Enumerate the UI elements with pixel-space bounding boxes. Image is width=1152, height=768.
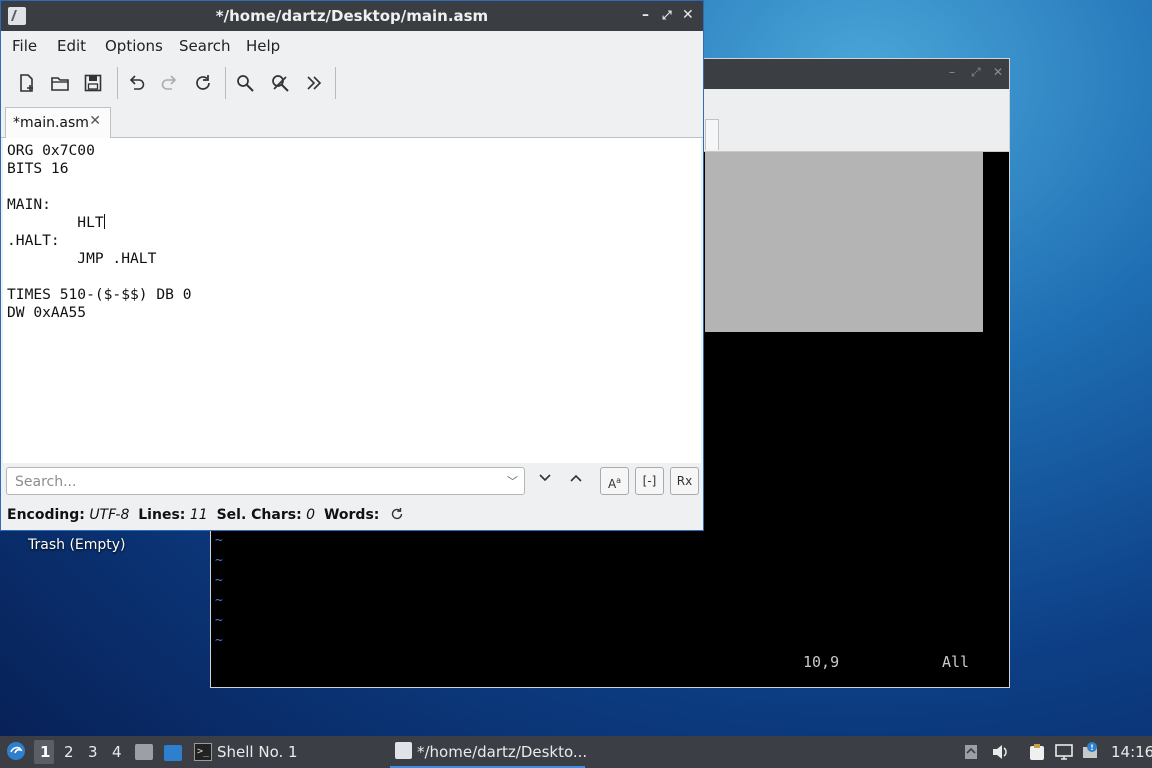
code-line[interactable]: ORG 0x7C00 xyxy=(7,142,95,159)
task-label: Shell No. 1 xyxy=(217,743,298,761)
close-tab-icon[interactable]: ✕ xyxy=(89,113,101,129)
match-case-label: A xyxy=(607,477,617,491)
maximize-icon[interactable]: ⤢ xyxy=(662,5,672,25)
workspace-1[interactable]: 1 xyxy=(40,743,50,761)
chevron-down-icon[interactable]: ﹀ xyxy=(507,473,518,489)
menu-edit[interactable]: Edit xyxy=(57,37,86,55)
vim-empty-line: ~ xyxy=(215,553,223,568)
terminal-tab[interactable] xyxy=(705,119,719,150)
tab-bar: *main.asm ✕ xyxy=(1,105,703,138)
maximize-icon[interactable]: ⤢ xyxy=(971,65,981,80)
menu-search[interactable]: Search xyxy=(179,37,231,55)
refresh-icon[interactable] xyxy=(390,507,404,525)
terminal-selection-area xyxy=(705,152,983,332)
menu-help[interactable]: Help xyxy=(246,37,280,55)
vim-view-indicator: All xyxy=(942,653,970,671)
find-previous-icon[interactable] xyxy=(564,469,588,493)
redo-icon[interactable] xyxy=(156,69,184,97)
code-line[interactable]: BITS 16 xyxy=(7,160,69,177)
text-editor-icon xyxy=(395,742,412,759)
file-manager-icon[interactable] xyxy=(135,744,153,760)
network-icon[interactable] xyxy=(1055,744,1073,764)
more-tools-icon[interactable] xyxy=(300,69,328,97)
words-label: Words: xyxy=(323,507,380,523)
menu-options[interactable]: Options xyxy=(105,37,163,55)
task-editor[interactable]: */home/dartz/Deskto... xyxy=(390,736,588,768)
volume-icon[interactable] xyxy=(991,744,1009,764)
regex-button[interactable]: Rx xyxy=(670,467,699,495)
workspace-3[interactable]: 3 xyxy=(88,743,98,761)
undo-icon[interactable] xyxy=(122,69,150,97)
workspace-4[interactable]: 4 xyxy=(112,743,122,761)
close-icon[interactable]: ✕ xyxy=(682,5,694,25)
whole-word-button[interactable]: [-] xyxy=(635,467,664,495)
text-cursor xyxy=(103,214,105,229)
code-line[interactable]: MAIN: xyxy=(7,196,51,213)
close-icon[interactable]: ✕ xyxy=(993,65,1003,79)
encoding-label: Encoding: xyxy=(7,507,85,523)
code-line[interactable]: TIMES 510-($-$$) DB 0 xyxy=(7,286,192,303)
start-menu-icon[interactable] xyxy=(6,741,26,765)
vim-empty-line: ~ xyxy=(215,533,223,548)
save-icon[interactable] xyxy=(79,69,107,97)
toolbar-separator xyxy=(117,67,118,99)
notification-icon[interactable] xyxy=(1080,741,1100,765)
vim-empty-line: ~ xyxy=(215,573,223,588)
editor-window[interactable]: */home/dartz/Desktop/main.asm – ⤢ ✕ File… xyxy=(0,0,704,531)
search-box[interactable]: ﹀ xyxy=(6,467,525,495)
tab-label: *main.asm xyxy=(13,115,89,131)
reload-icon[interactable] xyxy=(189,69,217,97)
workspace-2[interactable]: 2 xyxy=(64,743,74,761)
toolbar xyxy=(1,63,703,103)
vim-empty-line: ~ xyxy=(215,633,223,648)
vim-cursor-position: 10,9 xyxy=(803,653,840,671)
sel-chars-label: Sel. Chars: xyxy=(216,507,302,523)
clock[interactable]: 14:16 xyxy=(1111,743,1152,761)
sel-chars-value: 0 xyxy=(306,507,316,523)
toolbar-separator xyxy=(335,67,336,99)
show-desktop-icon[interactable] xyxy=(164,745,182,761)
menu-file[interactable]: File xyxy=(12,37,37,55)
status-bar: Encoding: UTF-8 Lines: 11 Sel. Chars: 0 … xyxy=(7,507,404,525)
minimize-icon[interactable]: – xyxy=(949,65,955,79)
taskbar: 1 2 3 4 >_ Shell No. 1 */home/dartz/Desk… xyxy=(0,736,1152,768)
lines-label: Lines: xyxy=(138,507,186,523)
code-line[interactable]: HLT xyxy=(7,214,103,231)
window-title: */home/dartz/Desktop/main.asm xyxy=(215,7,489,25)
open-folder-icon[interactable] xyxy=(46,69,74,97)
toolbar-separator xyxy=(225,67,226,99)
find-replace-icon[interactable] xyxy=(266,69,294,97)
find-icon[interactable] xyxy=(231,69,259,97)
vim-empty-line: ~ xyxy=(215,593,223,608)
trash-desktop-label[interactable]: Trash (Empty) xyxy=(28,537,126,553)
terminal-icon: >_ xyxy=(194,743,212,761)
match-case-button[interactable]: Aa xyxy=(600,467,629,495)
search-input[interactable] xyxy=(13,472,497,492)
code-editor[interactable]: ORG 0x7C00 BITS 16 MAIN: HLT .HALT: JMP … xyxy=(3,138,701,463)
tray-arrow-icon[interactable] xyxy=(964,744,978,764)
task-label: */home/dartz/Deskto... xyxy=(417,743,588,761)
editor-titlebar[interactable]: */home/dartz/Desktop/main.asm – ⤢ ✕ xyxy=(1,1,703,31)
clipboard-icon[interactable] xyxy=(1029,743,1045,765)
tab-main-asm[interactable]: *main.asm ✕ xyxy=(5,107,111,138)
menu-bar: File Edit Options Search Help xyxy=(1,31,703,59)
code-text[interactable]: ORG 0x7C00 BITS 16 MAIN: HLT .HALT: JMP … xyxy=(7,142,192,322)
code-line[interactable]: .HALT: xyxy=(7,232,60,249)
vim-empty-line: ~ xyxy=(215,613,223,628)
encoding-value: UTF-8 xyxy=(89,507,130,523)
new-file-icon[interactable] xyxy=(12,69,40,97)
search-bar: ﹀ Aa [-] Rx xyxy=(1,465,703,499)
lines-value: 11 xyxy=(189,507,208,523)
code-line[interactable]: JMP .HALT xyxy=(7,250,156,267)
task-shell[interactable]: >_ Shell No. 1 xyxy=(190,736,380,768)
minimize-icon[interactable]: – xyxy=(642,5,649,25)
code-line[interactable]: DW 0xAA55 xyxy=(7,304,86,321)
find-next-icon[interactable] xyxy=(533,469,557,493)
